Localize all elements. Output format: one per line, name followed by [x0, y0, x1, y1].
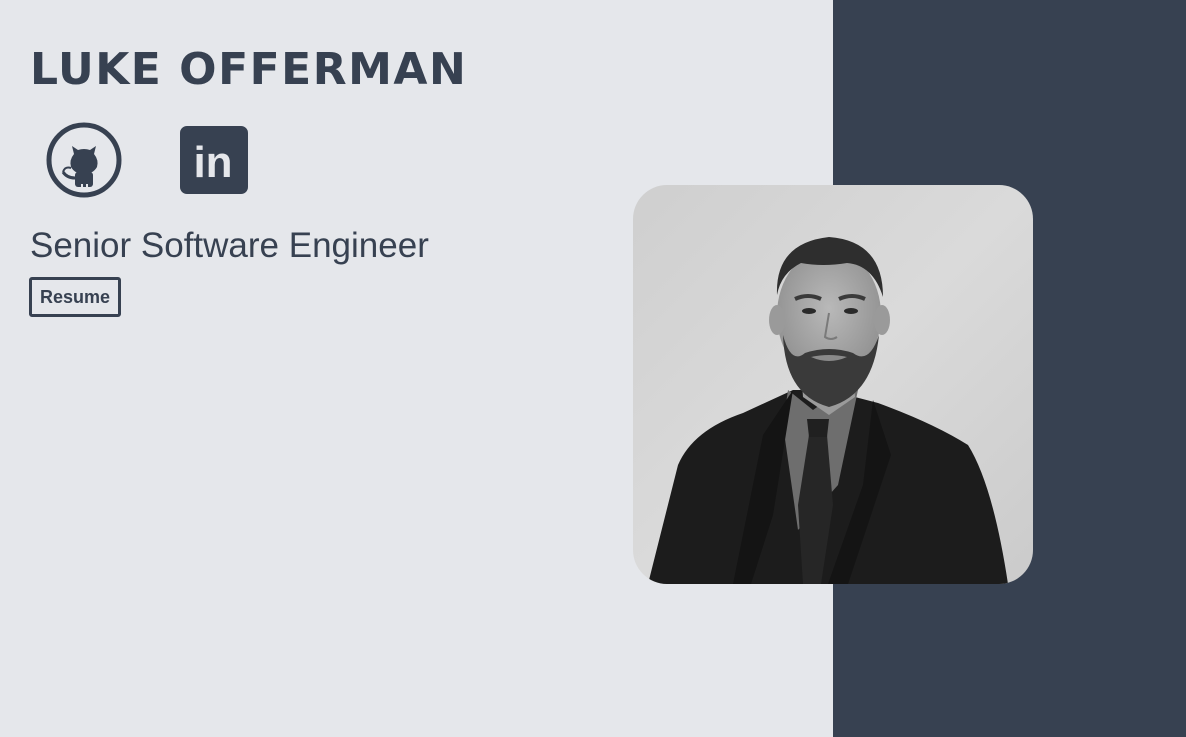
linkedin-link[interactable]: in — [179, 125, 249, 195]
github-link[interactable] — [45, 122, 123, 198]
resume-button[interactable]: Resume — [29, 277, 122, 317]
profile-photo — [633, 185, 1033, 584]
linkedin-icon: in — [180, 126, 248, 194]
job-title: Senior Software Engineer — [30, 226, 429, 265]
github-icon — [46, 122, 122, 198]
page-title: LUKE OFFERMAN — [30, 44, 468, 95]
page: LUKE OFFERMAN in Senior Software Enginee… — [0, 0, 1186, 737]
social-links: in — [45, 122, 249, 198]
linkedin-glyph: in — [193, 138, 232, 187]
